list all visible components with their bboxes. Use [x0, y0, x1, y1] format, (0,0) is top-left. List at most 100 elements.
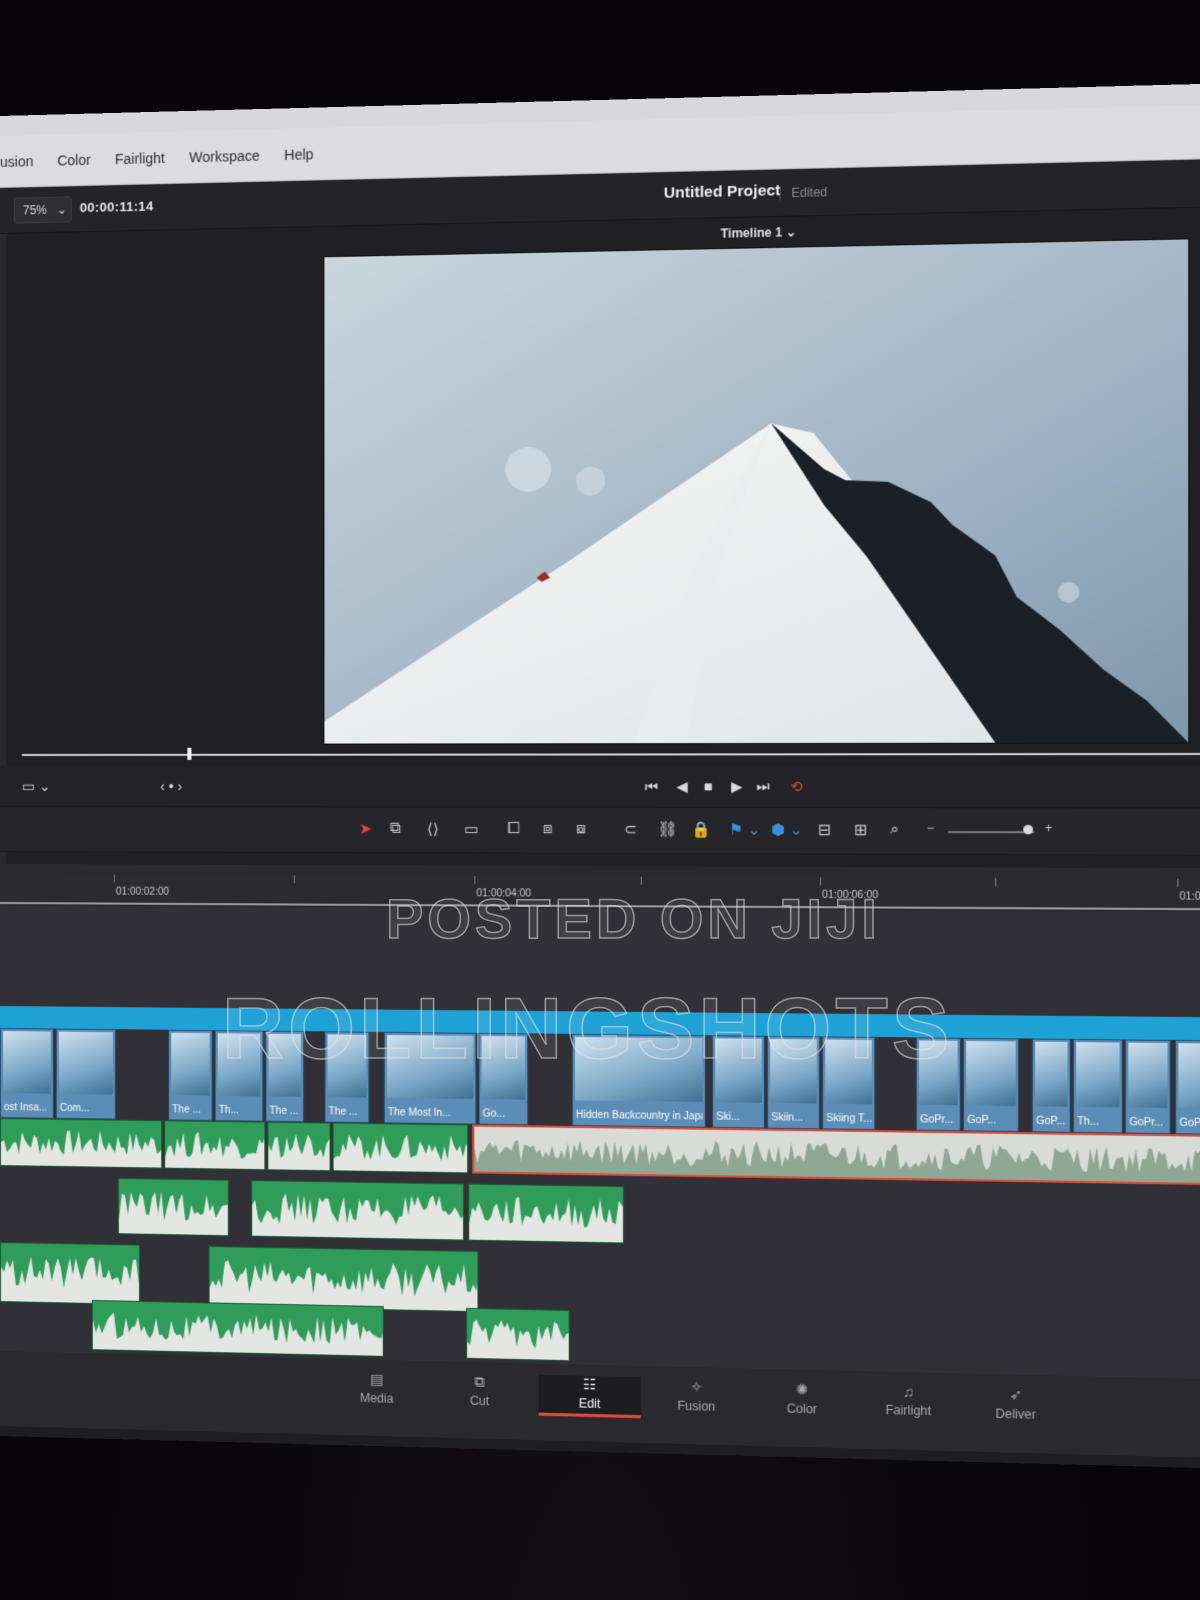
- play-icon[interactable]: ▶: [731, 778, 742, 796]
- page-deliver[interactable]: ➶ Deliver: [963, 1385, 1069, 1429]
- audio-clip[interactable]: [0, 1242, 140, 1305]
- clip-thumbnail: [1076, 1042, 1119, 1107]
- timeline-selector[interactable]: Timeline 1 ⌄: [721, 225, 797, 241]
- flag-icon[interactable]: ⚑ ⌄: [729, 820, 761, 839]
- loop-icon[interactable]: ⟲: [790, 778, 802, 796]
- trim-tool-icon[interactable]: ⧉: [390, 820, 401, 837]
- menu-fairlight[interactable]: Fairlight: [115, 149, 165, 166]
- zoom-slider[interactable]: [948, 831, 1034, 833]
- zoom-out-icon[interactable]: −: [927, 821, 935, 836]
- replace-clip-icon[interactable]: ⧇: [576, 820, 586, 837]
- audio-clip[interactable]: [468, 1184, 624, 1244]
- audio-clip[interactable]: [0, 1118, 162, 1169]
- selection-tool-icon[interactable]: ➤: [359, 820, 372, 838]
- media-icon: ▤: [326, 1370, 426, 1390]
- ruler-tick: [641, 877, 642, 885]
- blade-tool-icon[interactable]: ▭: [464, 820, 479, 838]
- viewer-frame: [324, 239, 1188, 743]
- video-clip[interactable]: GoP...: [963, 1038, 1019, 1132]
- waveform: [469, 1185, 623, 1243]
- page-label: Cut: [470, 1394, 489, 1409]
- waveform: [334, 1124, 468, 1173]
- waveform-path: [334, 1134, 468, 1173]
- ruler-tick: [995, 878, 996, 886]
- nav-arrows-icon[interactable]: ‹ • ›: [160, 778, 182, 794]
- lock-icon[interactable]: 🔒: [691, 820, 711, 839]
- video-clip[interactable]: Com...: [56, 1029, 116, 1120]
- chevron-down-icon: ⌄: [57, 202, 67, 216]
- video-clip[interactable]: Th...: [1073, 1039, 1123, 1134]
- stop-icon[interactable]: ■: [704, 778, 713, 794]
- waveform: [93, 1301, 383, 1356]
- menu-fusion[interactable]: usion: [0, 153, 33, 170]
- waveform-path: [467, 1319, 569, 1360]
- mountain-image: [324, 239, 1188, 743]
- menu-workspace[interactable]: Workspace: [189, 147, 260, 165]
- fairlight-icon: ♫: [856, 1382, 961, 1401]
- transport-controls: ▭ ⌄ ‹ • › ⏮ ◀ ■ ▶ ⏭ ⟲: [0, 765, 1200, 807]
- clip-label: The ...: [172, 1104, 209, 1116]
- video-clip[interactable]: GoPr...: [1125, 1039, 1171, 1134]
- menu-help[interactable]: Help: [284, 146, 313, 163]
- project-status: Edited: [780, 185, 828, 201]
- project-title: Untitled Project: [664, 182, 781, 202]
- page-edit[interactable]: ☷ Edit: [539, 1375, 641, 1418]
- dynamic-trim-icon[interactable]: ⟨⟩: [427, 820, 439, 838]
- audio-clip-selected[interactable]: [472, 1125, 1200, 1186]
- audio-clip[interactable]: [333, 1123, 469, 1174]
- clip-label: The Most In...: [388, 1107, 473, 1119]
- zoom-detail-icon[interactable]: ⊞: [854, 820, 867, 839]
- watermark-line1: POSTED ON JIJI: [386, 886, 881, 951]
- skip-to-end-icon[interactable]: ⏭: [756, 778, 769, 796]
- page-fairlight[interactable]: ♫ Fairlight: [856, 1382, 961, 1426]
- insert-clip-icon[interactable]: ⧠: [507, 820, 519, 837]
- waveform: [252, 1181, 463, 1239]
- menu-color[interactable]: Color: [57, 151, 90, 168]
- scrubber-playhead[interactable]: [187, 748, 191, 760]
- clip-label: The ...: [269, 1106, 301, 1118]
- audio-clip[interactable]: [118, 1178, 229, 1236]
- audio-clip[interactable]: [466, 1308, 570, 1361]
- ruler-tick: [114, 874, 115, 882]
- clip-thumbnail: [3, 1031, 51, 1094]
- clip-label: GoPro I: [1179, 1118, 1200, 1130]
- zoom-custom-icon[interactable]: ⌕: [890, 821, 899, 839]
- snapping-icon[interactable]: ⊂: [624, 820, 637, 838]
- clip-label: Skiing T...: [826, 1113, 872, 1125]
- audio-clip[interactable]: [267, 1122, 330, 1172]
- video-clip[interactable]: The ...: [168, 1030, 212, 1121]
- fusion-icon: ✧: [645, 1377, 748, 1397]
- play-reverse-icon[interactable]: ◀: [676, 778, 687, 795]
- color-icon: ✺: [750, 1380, 854, 1400]
- page-media[interactable]: ▤ Media: [326, 1370, 426, 1413]
- zoom-slider-handle[interactable]: [1023, 825, 1033, 834]
- clip-label: GoP...: [1036, 1116, 1067, 1128]
- skip-to-start-icon[interactable]: ⏮: [645, 778, 658, 795]
- audio-clip[interactable]: [251, 1180, 464, 1240]
- link-icon[interactable]: ⛓: [657, 820, 677, 839]
- video-clip[interactable]: ost Insa...: [0, 1028, 54, 1119]
- clip-label: The ...: [329, 1106, 367, 1118]
- clip-thumbnail: [171, 1033, 209, 1096]
- zoom-in-icon[interactable]: +: [1045, 821, 1053, 836]
- overwrite-clip-icon[interactable]: ⧈: [543, 820, 553, 837]
- clip-label: Th...: [219, 1105, 261, 1117]
- page-color[interactable]: ✺ Color: [750, 1380, 854, 1424]
- zoom-dropdown[interactable]: 75% ⌄: [14, 196, 72, 223]
- audio-clip[interactable]: [92, 1300, 384, 1357]
- audio-clip[interactable]: [209, 1246, 479, 1312]
- video-clip[interactable]: GoPro I: [1175, 1040, 1200, 1135]
- clip-label: ost Insa...: [4, 1102, 51, 1114]
- clip-label: Com...: [60, 1103, 113, 1115]
- video-clip[interactable]: GoP...: [1032, 1039, 1071, 1133]
- waveform: [474, 1127, 1200, 1184]
- marker-icon[interactable]: ⬢ ⌄: [771, 820, 803, 839]
- clip-thumbnail: [966, 1041, 1015, 1106]
- page-fusion[interactable]: ✧ Fusion: [645, 1377, 748, 1421]
- audio-clip[interactable]: [164, 1120, 265, 1170]
- clip-label: Th...: [1077, 1116, 1119, 1128]
- monitor-screen: usion Color Fairlight Workspace Help 75%…: [0, 83, 1200, 1470]
- aspect-icon[interactable]: ▭ ⌄: [22, 778, 51, 795]
- page-cut[interactable]: ⧉ Cut: [429, 1372, 530, 1415]
- zoom-full-icon[interactable]: ⊟: [818, 820, 831, 839]
